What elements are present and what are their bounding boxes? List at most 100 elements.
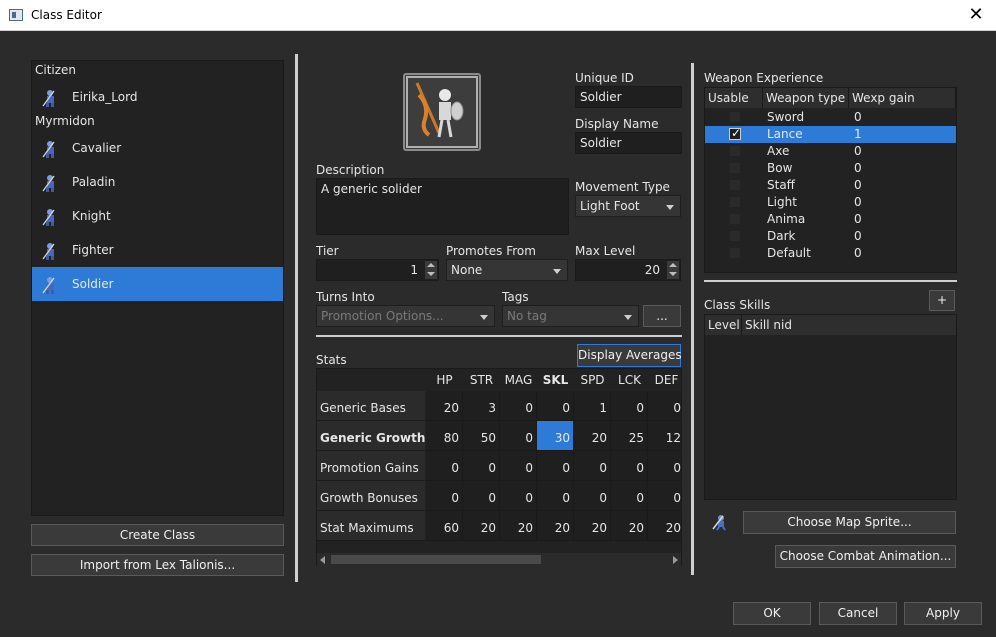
- usable-checkbox[interactable]: [729, 247, 741, 259]
- stats-row-header[interactable]: Growth Bonuses: [317, 481, 425, 511]
- max-level-spinbox[interactable]: 20: [575, 259, 681, 281]
- stats-cell[interactable]: 0: [648, 481, 681, 511]
- tags-select[interactable]: No tag: [502, 305, 639, 327]
- stats-cell[interactable]: 20: [426, 391, 463, 421]
- spin-down-icon[interactable]: [667, 270, 679, 279]
- stats-cell[interactable]: 0: [574, 481, 611, 511]
- close-icon[interactable]: ✕: [956, 0, 996, 31]
- usable-checkbox[interactable]: [729, 196, 741, 208]
- usable-checkbox[interactable]: [729, 162, 741, 174]
- stats-cell[interactable]: 0: [500, 391, 537, 421]
- stats-column-header[interactable]: STR: [463, 369, 500, 391]
- usable-checkbox[interactable]: [729, 230, 741, 242]
- import-button[interactable]: Import from Lex Talionis...: [31, 554, 284, 576]
- stats-cell[interactable]: 0: [611, 451, 648, 481]
- class-list-item[interactable]: Cavalier: [32, 131, 283, 165]
- stats-cell[interactable]: 0: [426, 481, 463, 511]
- wexp-gain[interactable]: 1: [854, 127, 862, 141]
- choose-map-sprite-button[interactable]: Choose Map Sprite...: [743, 511, 956, 534]
- add-skill-button[interactable]: +: [929, 290, 955, 311]
- turns-into-select[interactable]: Promotion Options...: [316, 305, 495, 327]
- stats-row-header[interactable]: Promotion Gains: [317, 451, 425, 481]
- stats-cell[interactable]: 0: [500, 451, 537, 481]
- stats-cell[interactable]: 1: [574, 391, 611, 421]
- right-splitter[interactable]: [691, 63, 694, 575]
- stats-cell[interactable]: 80: [426, 421, 463, 451]
- description-field[interactable]: A generic solider: [316, 178, 569, 235]
- create-class-button[interactable]: Create Class: [31, 524, 284, 546]
- stats-cell[interactable]: 20: [574, 421, 611, 451]
- stats-column-header[interactable]: SPD: [574, 369, 611, 391]
- usable-checkbox[interactable]: [729, 213, 741, 225]
- wexp-gain[interactable]: 0: [854, 195, 862, 209]
- weapon-experience-table[interactable]: UsableWeapon typeWexp gain Sword 0 Lance 1 Ax…: [704, 87, 957, 273]
- stats-cell[interactable]: 0: [648, 391, 681, 421]
- scroll-right-icon[interactable]: [673, 556, 678, 564]
- usable-checkbox[interactable]: [729, 145, 741, 157]
- stats-cell[interactable]: 60: [426, 511, 463, 541]
- stats-cell[interactable]: 20: [463, 511, 500, 541]
- stats-column-header[interactable]: HP: [426, 369, 463, 391]
- stats-column-header[interactable]: LCK: [611, 369, 648, 391]
- class-list[interactable]: Citizen Eirika_Lord Myrmidon Cavalier Paladi…: [31, 60, 284, 516]
- stats-cell[interactable]: 25: [611, 421, 648, 451]
- class-skills-table[interactable]: Level Skill nid: [704, 314, 957, 500]
- stats-row-header[interactable]: Generic Bases: [317, 391, 425, 421]
- stats-cell[interactable]: 20: [648, 511, 681, 541]
- stats-cell[interactable]: 0: [648, 451, 681, 481]
- movement-type-select[interactable]: Light Foot: [575, 195, 681, 217]
- tags-more-button[interactable]: ...: [643, 305, 681, 327]
- stats-cell[interactable]: 0: [611, 481, 648, 511]
- display-averages-button[interactable]: Display Averages: [577, 344, 682, 367]
- spin-down-icon[interactable]: [425, 270, 437, 279]
- stats-horizontal-scrollbar[interactable]: [317, 553, 681, 566]
- class-portrait[interactable]: [403, 73, 481, 151]
- stats-cell[interactable]: 0: [537, 391, 574, 421]
- left-splitter[interactable]: [295, 54, 298, 582]
- wexp-gain[interactable]: 0: [854, 246, 862, 260]
- weapon-header[interactable]: Wexp gain: [849, 88, 956, 108]
- spin-up-icon[interactable]: [667, 261, 679, 270]
- stats-cell[interactable]: 30: [537, 421, 574, 451]
- stats-cell[interactable]: 0: [537, 451, 574, 481]
- usable-checkbox[interactable]: [729, 126, 741, 140]
- stats-cell[interactable]: 3: [463, 391, 500, 421]
- stats-cell[interactable]: 0: [500, 421, 537, 451]
- weapon-row[interactable]: Axe 0: [705, 143, 956, 160]
- weapon-row[interactable]: Anima 0: [705, 211, 956, 228]
- weapon-row[interactable]: Light 0: [705, 194, 956, 211]
- wexp-gain[interactable]: 0: [854, 110, 862, 124]
- stats-cell[interactable]: 0: [537, 481, 574, 511]
- weapon-row[interactable]: Default 0: [705, 245, 956, 262]
- weapon-header[interactable]: Usable: [705, 88, 763, 108]
- wexp-gain[interactable]: 0: [854, 212, 862, 226]
- stats-row-header[interactable]: Stat Maximums: [317, 511, 425, 541]
- stats-cell[interactable]: 0: [463, 451, 500, 481]
- weapon-row[interactable]: Bow 0: [705, 160, 956, 177]
- stats-cell[interactable]: 50: [463, 421, 500, 451]
- choose-combat-animation-button[interactable]: Choose Combat Animation...: [775, 545, 956, 568]
- wexp-gain[interactable]: 0: [854, 229, 862, 243]
- stats-cell[interactable]: 0: [426, 451, 463, 481]
- class-list-item[interactable]: Soldier: [32, 267, 283, 301]
- stats-column-header[interactable]: MAG: [500, 369, 537, 391]
- skills-header-skill-nid[interactable]: Skill nid: [742, 315, 956, 335]
- class-list-item[interactable]: Knight: [32, 199, 283, 233]
- unique-id-field[interactable]: Soldier: [575, 86, 682, 108]
- stats-row-header[interactable]: Generic Growths: [317, 421, 433, 451]
- stats-cell[interactable]: 0: [463, 481, 500, 511]
- display-name-field[interactable]: Soldier: [575, 132, 682, 154]
- stats-cell[interactable]: 20: [611, 511, 648, 541]
- wexp-gain[interactable]: 0: [854, 178, 862, 192]
- cancel-button[interactable]: Cancel: [819, 602, 897, 625]
- wexp-gain[interactable]: 0: [854, 161, 862, 175]
- weapon-row[interactable]: Staff 0: [705, 177, 956, 194]
- stats-cell[interactable]: 20: [537, 511, 574, 541]
- stats-column-header[interactable]: DEF: [648, 369, 681, 391]
- scrollbar-thumb[interactable]: [331, 555, 541, 564]
- scroll-left-icon[interactable]: [320, 556, 325, 564]
- stats-cell[interactable]: 0: [574, 451, 611, 481]
- apply-button[interactable]: Apply: [904, 602, 982, 625]
- stats-table[interactable]: HP STR MAG SKL SPD LCK DEF Generic Bases 20 3 0 0 1 0…: [316, 368, 682, 566]
- tier-spinbox[interactable]: 1: [316, 259, 439, 281]
